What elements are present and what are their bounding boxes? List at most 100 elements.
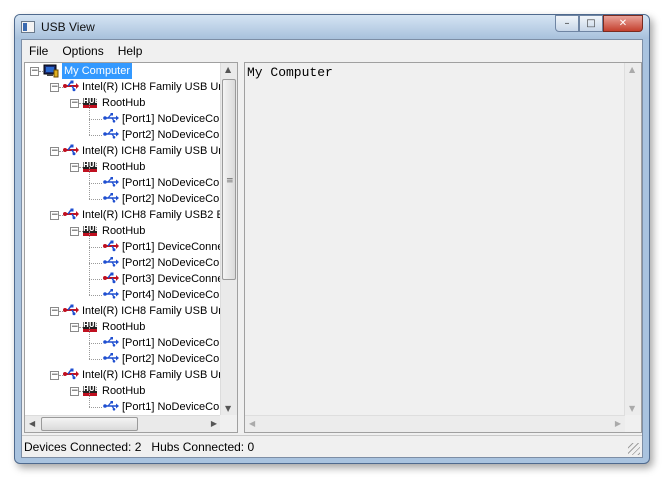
resize-grip-icon[interactable] bbox=[628, 443, 640, 455]
tree-connector bbox=[89, 263, 90, 279]
menu-file[interactable]: File bbox=[22, 42, 55, 60]
hub-icon-text: HUB bbox=[83, 98, 100, 108]
collapse-icon[interactable]: − bbox=[70, 387, 79, 396]
app-window: USB View – □ ✕ File Options Help − My Com… bbox=[14, 14, 650, 464]
tree-vertical-scrollbar[interactable]: ▲ ≡ ▼ bbox=[220, 63, 237, 415]
scroll-right-arrow-icon[interactable]: ▶ bbox=[211, 419, 217, 428]
grip-icon: ≡ bbox=[226, 176, 234, 186]
collapse-icon[interactable]: − bbox=[50, 211, 59, 220]
tree-item[interactable]: [Port1] NoDeviceCo bbox=[25, 391, 221, 415]
tree-item-label: Intel(R) ICH8 Family USB Un bbox=[82, 369, 221, 381]
tree-item[interactable]: [Port1] NoDeviceCo bbox=[25, 327, 221, 351]
menu-help[interactable]: Help bbox=[111, 42, 150, 60]
tree-item[interactable]: [Port2] NoDeviceCo bbox=[25, 343, 221, 367]
tree-horizontal-scroll-thumb[interactable] bbox=[41, 417, 138, 431]
collapse-icon[interactable]: − bbox=[70, 323, 79, 332]
caption-buttons: – □ ✕ bbox=[555, 15, 643, 33]
tree-item-label: [Port1] NoDeviceCo bbox=[122, 337, 220, 349]
tree-item-label: [Port4] NoDeviceCo bbox=[122, 289, 220, 301]
tree-item-label: Intel(R) ICH8 Family USB Un bbox=[82, 145, 221, 157]
menu-options[interactable]: Options bbox=[55, 42, 110, 60]
collapse-icon[interactable]: − bbox=[50, 83, 59, 92]
usb-port-icon bbox=[103, 400, 119, 414]
tree-item-label: RootHub bbox=[102, 161, 146, 173]
collapse-icon[interactable]: − bbox=[50, 307, 59, 316]
usb-controller-icon bbox=[63, 144, 79, 158]
tree-item-label: [Port1] DeviceConne bbox=[122, 241, 221, 253]
scroll-right-arrow-icon[interactable]: ▶ bbox=[615, 419, 621, 428]
tree-item[interactable]: − HUB RootHub bbox=[25, 383, 221, 399]
tree-connector bbox=[89, 183, 102, 184]
tree-item[interactable]: − HUB RootHub bbox=[25, 159, 221, 175]
collapse-icon[interactable]: − bbox=[50, 147, 59, 156]
tree-item[interactable]: − Intel(R) ICH8 Family USB Un bbox=[25, 79, 221, 95]
menu-bar: File Options Help bbox=[22, 42, 149, 60]
usb-port-icon bbox=[103, 256, 119, 270]
tree-item-label: [Port2] NoDeviceCo bbox=[122, 129, 220, 141]
tree-connector bbox=[89, 247, 102, 248]
close-button[interactable]: ✕ bbox=[603, 15, 643, 32]
tree-connector bbox=[89, 279, 90, 295]
tree-connector bbox=[89, 263, 102, 264]
tree-item[interactable]: − My Computer bbox=[25, 63, 221, 79]
tree-vertical-scroll-thumb[interactable]: ≡ bbox=[222, 79, 236, 280]
tree-connector bbox=[89, 391, 90, 407]
scroll-left-arrow-icon[interactable]: ◀ bbox=[29, 419, 35, 428]
maximize-button[interactable]: □ bbox=[579, 15, 603, 32]
hub-icon-text: HUB bbox=[83, 226, 100, 236]
tree-item[interactable]: [Port2] NoDeviceCo bbox=[25, 247, 221, 271]
tree-connector bbox=[89, 119, 102, 120]
detail-pane: My Computer ▲ ▼ ◀ ▶ bbox=[244, 62, 642, 433]
tree-item[interactable]: [Port4] NoDeviceCo bbox=[25, 279, 221, 303]
tree-item-label: RootHub bbox=[102, 225, 146, 237]
tree-item[interactable]: [Port2] NoDeviceCo bbox=[25, 183, 221, 207]
tree-item[interactable]: − Intel(R) ICH8 Family USB Un bbox=[25, 143, 221, 159]
tree-item[interactable]: − Intel(R) ICH8 Family USB Un bbox=[25, 303, 221, 319]
tree-item[interactable]: [Port2] NoDeviceCo bbox=[25, 119, 221, 143]
tree-item[interactable]: − HUB RootHub bbox=[25, 223, 221, 239]
detail-horizontal-scrollbar[interactable]: ◀ ▶ bbox=[245, 415, 625, 432]
tree-item-label: [Port3] DeviceConne bbox=[122, 273, 221, 285]
tree-item[interactable]: − Intel(R) ICH8 Family USB Un bbox=[25, 367, 221, 383]
tree-item[interactable]: [Port1] DeviceConne bbox=[25, 231, 221, 255]
tree-item[interactable]: [Port1] NoDeviceCo bbox=[25, 167, 221, 191]
status-text: Devices Connected: 2 Hubs Connected: 0 bbox=[24, 440, 255, 454]
tree-item[interactable]: [Port1] NoDeviceCo bbox=[25, 103, 221, 127]
tree-connector bbox=[89, 119, 90, 135]
tree-connector bbox=[89, 135, 102, 136]
tree-item[interactable]: − HUB RootHub bbox=[25, 95, 221, 111]
client-area: File Options Help − My Computer − Intel(R) … bbox=[21, 39, 643, 458]
tree-item[interactable]: − HUB RootHub bbox=[25, 319, 221, 335]
scroll-left-arrow-icon[interactable]: ◀ bbox=[249, 419, 255, 428]
usb-controller-icon bbox=[63, 208, 79, 222]
title-bar[interactable]: USB View – □ ✕ bbox=[15, 15, 649, 39]
scroll-up-arrow-icon[interactable]: ▲ bbox=[629, 65, 635, 74]
tree-connector bbox=[89, 247, 90, 263]
scroll-corner bbox=[220, 415, 237, 432]
hub-icon: HUB bbox=[83, 96, 100, 110]
tree-horizontal-scrollbar[interactable]: ◀ ▶ bbox=[25, 415, 221, 432]
usb-device-icon bbox=[103, 272, 119, 286]
tree-item-label: Intel(R) ICH8 Family USB Un bbox=[82, 81, 221, 93]
scroll-down-arrow-icon[interactable]: ▼ bbox=[225, 404, 231, 413]
scroll-down-arrow-icon[interactable]: ▼ bbox=[629, 404, 635, 413]
hub-icon-text: HUB bbox=[83, 162, 100, 172]
usb-port-icon bbox=[103, 192, 119, 206]
detail-text: My Computer bbox=[247, 65, 333, 80]
collapse-icon[interactable]: − bbox=[70, 163, 79, 172]
scroll-up-arrow-icon[interactable]: ▲ bbox=[225, 65, 231, 74]
minimize-button[interactable]: – bbox=[555, 15, 579, 32]
tree-item[interactable]: − Intel(R) ICH8 Family USB2 E bbox=[25, 207, 221, 223]
tree-item-label: [Port2] NoDeviceCo bbox=[122, 353, 220, 365]
tree-item-label: RootHub bbox=[102, 321, 146, 333]
tree-item[interactable]: [Port3] DeviceConne bbox=[25, 263, 221, 287]
tree-connector bbox=[89, 359, 102, 360]
collapse-icon[interactable]: − bbox=[70, 227, 79, 236]
hub-icon: HUB bbox=[83, 320, 100, 334]
collapse-icon[interactable]: − bbox=[30, 67, 39, 76]
collapse-icon[interactable]: − bbox=[50, 371, 59, 380]
collapse-icon[interactable]: − bbox=[70, 99, 79, 108]
detail-vertical-scrollbar[interactable]: ▲ ▼ bbox=[624, 63, 641, 415]
tree-item-label: Intel(R) ICH8 Family USB2 E bbox=[82, 209, 221, 221]
device-tree: − My Computer − Intel(R) ICH8 Family USB Un… bbox=[25, 63, 221, 415]
